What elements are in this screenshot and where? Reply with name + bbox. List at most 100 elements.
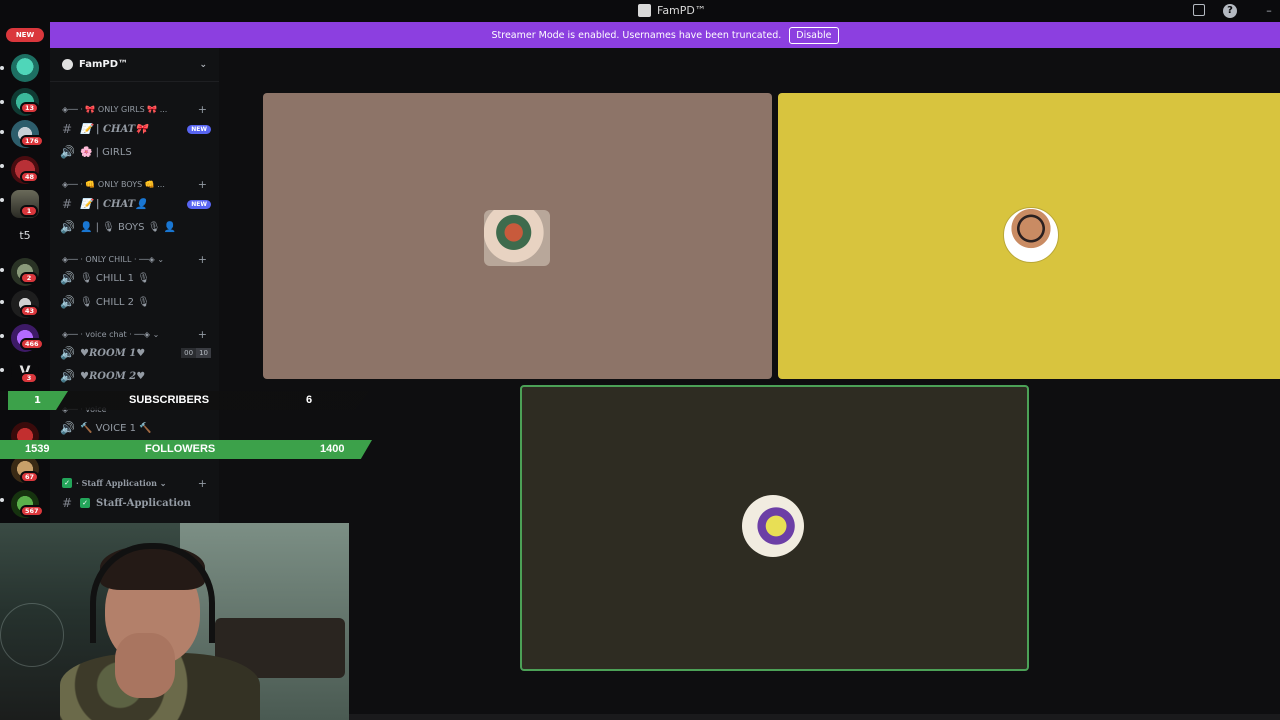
followers-goal: 1400: [320, 443, 345, 455]
speaker-icon: 🔊: [60, 421, 75, 435]
channel-boys-chat[interactable]: # 📝 | CHAT👤 NEW: [60, 194, 211, 214]
mention-badge: 67: [20, 471, 40, 483]
unread-dot: [0, 66, 4, 70]
avatar: [742, 495, 804, 557]
channel-label: 🔨 VOICE 1 🔨: [80, 422, 152, 434]
new-badge: NEW: [187, 124, 211, 134]
category-only-boys[interactable]: ◈── · 👊 ONLY BOYS 👊 ... +: [62, 177, 207, 191]
unread-dot: [0, 100, 4, 104]
channel-room-1[interactable]: 🔊 ♥ROOM 1♥ 00 10: [60, 343, 211, 363]
channel-label: ♥ROOM 2♥: [80, 370, 146, 382]
add-channel-icon[interactable]: +: [198, 477, 207, 490]
user-limit: 10: [196, 348, 211, 358]
channel-label: 📝 | CHAT👤: [80, 198, 148, 210]
speaker-icon: 🔊: [60, 145, 75, 159]
subscribers-label: SUBSCRIBERS: [129, 394, 210, 406]
channel-label: 🌸 | GIRLS: [80, 146, 132, 158]
avatar: [1003, 207, 1059, 263]
unread-dot: [0, 130, 4, 134]
category-label: ◈── · 🎀 ONLY GIRLS 🎀 ...: [62, 104, 168, 114]
server-icon-t5[interactable]: t5: [11, 229, 39, 242]
user-count: 00: [181, 348, 197, 358]
channel-staff-application[interactable]: # ✓ Staff-Application: [60, 493, 211, 513]
avatar: [484, 210, 550, 266]
speaker-icon: 🔊: [60, 271, 75, 285]
streamer-hand: [115, 633, 175, 698]
mention-badge: 48: [20, 171, 40, 183]
bottom-strip: [349, 714, 1280, 720]
mention-badge: 466: [20, 338, 44, 350]
server-icon-utopia[interactable]: [11, 54, 39, 82]
chevron-down-icon[interactable]: ⌄: [199, 60, 207, 70]
followers-goal-bar: 1539 FOLLOWERS 1400: [0, 440, 372, 459]
mention-badge: 176: [20, 135, 44, 147]
user-limit-counter: 00 10: [181, 348, 211, 358]
minimize-icon[interactable]: –: [1262, 4, 1276, 18]
add-channel-icon[interactable]: +: [198, 103, 207, 116]
channel-label: 🎙 CHILL 2 🎙: [80, 296, 150, 308]
app-name: FamPD™: [657, 4, 706, 17]
mention-badge: 43: [20, 305, 40, 317]
disable-streamer-mode-button[interactable]: Disable: [789, 26, 839, 44]
category-staff-application[interactable]: ✓ · Staff Application ⌄ +: [62, 476, 207, 490]
subscribers-goal: 6: [306, 394, 313, 406]
category-label: · Staff Application ⌄: [76, 478, 167, 488]
channel-chill-1[interactable]: 🔊 🎙 CHILL 1 🎙: [60, 268, 211, 288]
channel-label: 👤 | 🎙 BOYS 🎙 👤: [80, 221, 177, 233]
channel-label: 🎙 CHILL 1 🎙: [80, 272, 150, 284]
unread-dot: [0, 498, 4, 502]
hashtag-icon: #: [61, 496, 73, 510]
unread-dot: [0, 164, 4, 168]
webcam-feed: [0, 523, 349, 720]
followers-label: FOLLOWERS: [145, 443, 216, 455]
unread-dot: [0, 300, 4, 304]
channel-label: Staff-Application: [96, 497, 191, 509]
window-title: FamPD™: [638, 4, 706, 17]
followers-count: 1539: [25, 443, 50, 455]
unread-dot: [0, 268, 4, 272]
add-channel-icon[interactable]: +: [198, 178, 207, 191]
hashtag-icon: #: [61, 197, 73, 211]
participant-tile-speaking[interactable]: [520, 385, 1029, 671]
mention-badge: 2: [20, 272, 38, 284]
category-only-chill[interactable]: ◈── · ONLY CHILL · ──◈ ⌄ +: [62, 252, 207, 266]
hashtag-icon: #: [61, 122, 73, 136]
channel-label: ♥ROOM 1♥: [80, 347, 146, 359]
add-channel-icon[interactable]: +: [198, 328, 207, 341]
unread-dot: [0, 198, 4, 202]
mention-badge: 3: [20, 372, 38, 384]
new-pill[interactable]: NEW: [6, 28, 44, 42]
add-channel-icon[interactable]: +: [198, 253, 207, 266]
speaker-icon: 🔊: [60, 369, 75, 383]
category-only-girls[interactable]: ◈── · 🎀 ONLY GIRLS 🎀 ... +: [62, 102, 207, 116]
mention-badge: 567: [20, 505, 44, 517]
inbox-icon[interactable]: [1193, 4, 1205, 16]
streamer-mode-text: Streamer Mode is enabled. Usernames have…: [491, 29, 782, 41]
subscribers-goal-bar: 1 SUBSCRIBERS 6: [0, 391, 370, 410]
checkmark-icon: ✓: [80, 498, 90, 508]
channel-voice-1[interactable]: 🔊 🔨 VOICE 1 🔨: [60, 418, 211, 438]
unread-dot: [0, 334, 4, 338]
unread-dot: [0, 368, 4, 372]
channel-chill-2[interactable]: 🔊 🎙 CHILL 2 🎙: [60, 292, 211, 312]
window-titlebar: FamPD™ ? –: [0, 0, 1280, 22]
category-label: ◈── · ONLY CHILL · ──◈ ⌄: [62, 254, 165, 264]
help-icon[interactable]: ?: [1223, 4, 1237, 18]
channel-girls-voice[interactable]: 🔊 🌸 | GIRLS: [60, 142, 211, 162]
participant-tile[interactable]: [263, 93, 772, 379]
category-voice-chat[interactable]: ◈── · voice chat · ──◈ ⌄ +: [62, 327, 207, 341]
channel-boys-voice[interactable]: 🔊 👤 | 🎙 BOYS 🎙 👤: [60, 217, 211, 237]
checkmark-icon: ✓: [62, 478, 72, 488]
participant-tile[interactable]: [778, 93, 1280, 379]
category-label: ◈── · voice chat · ──◈ ⌄: [62, 329, 160, 339]
category-label: ◈── · 👊 ONLY BOYS 👊 ...: [62, 179, 165, 189]
guild-name: FamPD™: [79, 59, 129, 70]
speaker-icon: 🔊: [60, 346, 75, 360]
mention-badge: 1: [20, 205, 38, 217]
channel-label: 📝 | CHAT🎀: [80, 123, 148, 135]
mention-badge: 13: [20, 102, 40, 114]
channel-girls-chat[interactable]: # 📝 | CHAT🎀 NEW: [60, 119, 211, 139]
channel-room-2[interactable]: 🔊 ♥ROOM 2♥: [60, 366, 211, 386]
streamer-mode-banner: Streamer Mode is enabled. Usernames have…: [50, 22, 1280, 48]
guild-header[interactable]: FamPD™ ⌄: [50, 48, 219, 82]
